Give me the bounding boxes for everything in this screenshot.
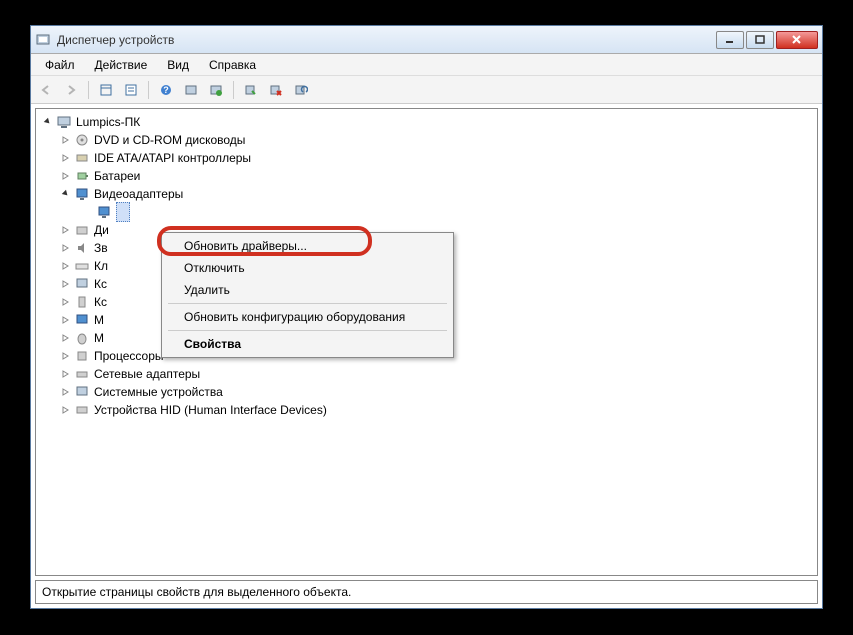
mouse-icon [74, 330, 90, 346]
hid-icon [74, 402, 90, 418]
battery-icon [74, 168, 90, 184]
menu-file[interactable]: Файл [35, 56, 85, 74]
menu-view[interactable]: Вид [157, 56, 199, 74]
collapse-icon[interactable] [60, 188, 72, 200]
statusbar: Открытие страницы свойств для выделенног… [35, 580, 818, 604]
computer-icon [74, 276, 90, 292]
tree-label: IDE ATA/ATAPI контроллеры [94, 149, 251, 167]
network-icon [74, 366, 90, 382]
properties-button[interactable] [120, 79, 142, 101]
show-hide-tree-button[interactable] [95, 79, 117, 101]
tree-label [116, 202, 130, 222]
tree-label: Ди [94, 221, 109, 239]
tree-label: Lumpics-ПК [76, 113, 140, 131]
monitor-icon [74, 312, 90, 328]
tree-item-video[interactable]: Видеоадаптеры [38, 185, 815, 203]
help-button[interactable]: ? [155, 79, 177, 101]
close-button[interactable] [776, 31, 818, 49]
svg-text:?: ? [163, 85, 169, 95]
ide-icon [74, 150, 90, 166]
usb-icon [74, 294, 90, 310]
menu-help[interactable]: Справка [199, 56, 266, 74]
tree-label: DVD и CD-ROM дисководы [94, 131, 245, 149]
expand-icon[interactable] [60, 134, 72, 146]
tree-item[interactable]: Сетевые адаптеры [38, 365, 815, 383]
ctx-scan-hardware[interactable]: Обновить конфигурацию оборудования [164, 306, 451, 328]
maximize-button[interactable] [746, 31, 774, 49]
audio-icon [74, 240, 90, 256]
expand-icon[interactable] [60, 386, 72, 398]
tree-label: Кл [94, 257, 108, 275]
refresh-button[interactable] [290, 79, 312, 101]
computer-icon [56, 114, 72, 130]
expand-icon[interactable] [60, 332, 72, 344]
tree-label: Сетевые адаптеры [94, 365, 200, 383]
toolbar-separator [88, 81, 89, 99]
expand-icon[interactable] [60, 260, 72, 272]
expand-icon[interactable] [60, 314, 72, 326]
tree-item[interactable]: Устройства HID (Human Interface Devices) [38, 401, 815, 419]
system-icon [74, 384, 90, 400]
app-icon [35, 32, 51, 48]
tree-item-selected[interactable] [38, 203, 815, 221]
tree-item[interactable]: DVD и CD-ROM дисководы [38, 131, 815, 149]
tree-root[interactable]: Lumpics-ПК [38, 113, 815, 131]
scan-hardware-button[interactable] [180, 79, 202, 101]
uninstall-button[interactable] [265, 79, 287, 101]
menu-action[interactable]: Действие [85, 56, 158, 74]
tree-label: Кс [94, 275, 107, 293]
ctx-properties[interactable]: Свойства [164, 333, 451, 355]
expand-icon[interactable] [60, 350, 72, 362]
window-title: Диспетчер устройств [57, 33, 716, 47]
keyboard-icon [74, 258, 90, 274]
display-icon [96, 204, 112, 220]
tree-label: Зв [94, 239, 108, 257]
expand-icon[interactable] [60, 404, 72, 416]
expand-icon[interactable] [60, 368, 72, 380]
tree-label: Процессоры [94, 347, 164, 365]
tree-label: Батареи [94, 167, 140, 185]
collapse-icon[interactable] [42, 116, 54, 128]
tree-item[interactable]: IDE ATA/ATAPI контроллеры [38, 149, 815, 167]
ctx-separator [168, 303, 447, 304]
enable-button[interactable] [240, 79, 262, 101]
expand-icon[interactable] [60, 242, 72, 254]
minimize-button[interactable] [716, 31, 744, 49]
tree-item[interactable]: Батареи [38, 167, 815, 185]
disk-icon [74, 222, 90, 238]
window-controls [716, 31, 818, 49]
expand-icon[interactable] [60, 152, 72, 164]
forward-button [60, 79, 82, 101]
toolbar-separator [148, 81, 149, 99]
toolbar-separator [233, 81, 234, 99]
device-manager-window: Диспетчер устройств Файл Действие Вид Сп… [30, 25, 823, 609]
tree-label: М [94, 329, 104, 347]
tree-label: Кс [94, 293, 107, 311]
cpu-icon [74, 348, 90, 364]
tree-item[interactable]: Системные устройства [38, 383, 815, 401]
toolbar: ? [31, 76, 822, 104]
tree-label: Системные устройства [94, 383, 223, 401]
ctx-separator [168, 330, 447, 331]
ctx-uninstall[interactable]: Удалить [164, 279, 451, 301]
tree-label: Устройства HID (Human Interface Devices) [94, 401, 327, 419]
ctx-disable[interactable]: Отключить [164, 257, 451, 279]
expand-icon[interactable] [60, 224, 72, 236]
menubar: Файл Действие Вид Справка [31, 54, 822, 76]
expand-icon[interactable] [60, 170, 72, 182]
display-icon [74, 186, 90, 202]
context-menu: Обновить драйверы... Отключить Удалить О… [161, 232, 454, 358]
ctx-update-drivers[interactable]: Обновить драйверы... [164, 235, 451, 257]
back-button [35, 79, 57, 101]
status-text: Открытие страницы свойств для выделенног… [42, 585, 351, 599]
titlebar[interactable]: Диспетчер устройств [31, 26, 822, 54]
expand-icon[interactable] [60, 278, 72, 290]
dvd-icon [74, 132, 90, 148]
tree-label: М [94, 311, 104, 329]
expand-icon[interactable] [60, 296, 72, 308]
update-driver-button[interactable] [205, 79, 227, 101]
tree-label: Видеоадаптеры [94, 185, 183, 203]
